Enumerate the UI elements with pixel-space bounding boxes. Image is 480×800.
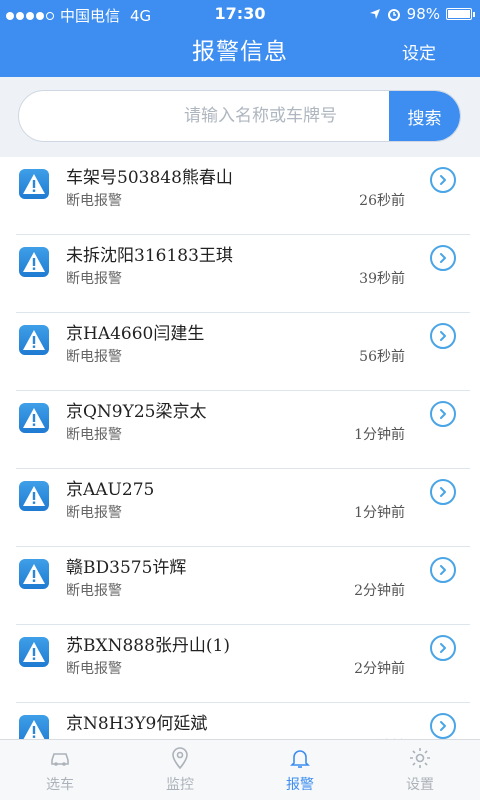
alarm-time: 56秒前 bbox=[359, 349, 405, 365]
alarm-vehicle-name: 京AAU275 bbox=[66, 480, 155, 500]
alarm-time: 39秒前 bbox=[359, 271, 405, 287]
chevron-right-icon[interactable] bbox=[430, 713, 456, 739]
tab-label: 设置 bbox=[406, 777, 434, 793]
alarm-time: 2分钟前 bbox=[354, 661, 405, 677]
warning-icon bbox=[19, 169, 49, 199]
alarm-list-item[interactable]: 京AAU275 断电报警 1分钟前 bbox=[0, 469, 480, 547]
alarm-vehicle-name: 京HA4660闫建生 bbox=[66, 324, 205, 344]
alarm-list-item[interactable]: 赣BD3575许辉断电报警 2分钟前 bbox=[0, 547, 480, 625]
bell-icon bbox=[288, 746, 312, 770]
alarm-list-item[interactable]: 京N8H3Y9何延斌断电报警2分钟前 bbox=[0, 703, 480, 739]
alarm-list-item[interactable]: 京QN9Y25梁京太断电报警 1分钟前 bbox=[0, 391, 480, 469]
alarm-time: 1分钟前 bbox=[354, 427, 405, 443]
alarm-type: 断电报警 bbox=[66, 193, 122, 209]
warning-icon bbox=[19, 637, 49, 667]
alarm-clock-icon bbox=[387, 9, 400, 21]
warning-icon bbox=[19, 715, 49, 739]
alarm-list-item[interactable]: 京HA4660闫建生断电报警 56秒前 bbox=[0, 313, 480, 391]
car-icon bbox=[48, 746, 72, 770]
battery-icon bbox=[446, 8, 475, 20]
alarm-list-item[interactable]: 苏BXN888张丹山(1) 断电报警 2分钟前 bbox=[0, 625, 480, 703]
warning-icon bbox=[19, 247, 49, 277]
tab-bar: 选车 监控 报警 设置 bbox=[0, 739, 480, 800]
settings-button[interactable]: 设定 bbox=[402, 39, 436, 64]
location-pin-icon bbox=[168, 746, 192, 770]
alarm-type: 断电报警 bbox=[66, 661, 122, 677]
alarm-vehicle-name: 车架号503848熊春山 bbox=[66, 168, 233, 188]
alarm-type: 断电报警 bbox=[66, 271, 122, 287]
alarm-time: 26秒前 bbox=[359, 193, 405, 209]
alarm-type: 断电报警 bbox=[66, 427, 122, 443]
chevron-right-icon[interactable] bbox=[430, 635, 456, 661]
status-right: 98% bbox=[369, 5, 475, 23]
tab-car[interactable]: 选车 bbox=[0, 740, 120, 800]
alarm-time: 2分钟前 bbox=[354, 583, 405, 599]
search-input[interactable] bbox=[19, 91, 391, 141]
gear-icon bbox=[408, 746, 432, 770]
search-button[interactable]: 搜索 bbox=[389, 91, 460, 141]
warning-icon bbox=[19, 481, 49, 511]
alarm-list: 车架号503848熊春山 断电报警 26秒前 未拆沈阳316183王琪 断电报警 39秒前… bbox=[0, 157, 480, 739]
alarm-type: 断电报警 bbox=[66, 505, 122, 521]
alarm-vehicle-name: 京QN9Y25梁京太 bbox=[66, 402, 207, 422]
alarm-list-item[interactable]: 车架号503848熊春山断电报警 26秒前 bbox=[0, 157, 480, 235]
tab-label: 报警 bbox=[286, 777, 314, 793]
warning-icon bbox=[19, 559, 49, 589]
warning-icon bbox=[19, 403, 49, 433]
status-bar: 中国电信 4G 17:30 98% bbox=[0, 0, 480, 28]
chevron-right-icon[interactable] bbox=[430, 167, 456, 193]
tab-location-pin[interactable]: 监控 bbox=[120, 740, 240, 800]
chevron-right-icon[interactable] bbox=[430, 245, 456, 271]
location-arrow-icon bbox=[369, 9, 380, 19]
search-area: 搜索 bbox=[0, 77, 480, 157]
alarm-list-item[interactable]: 未拆沈阳316183王琪断电报警 39秒前 bbox=[0, 235, 480, 313]
tab-label: 选车 bbox=[46, 777, 74, 793]
tab-gear[interactable]: 设置 bbox=[360, 740, 480, 800]
chevron-right-icon[interactable] bbox=[430, 479, 456, 505]
alarm-vehicle-name: 京N8H3Y9何延斌 bbox=[66, 714, 208, 734]
alarm-vehicle-name: 赣BD3575许辉 bbox=[66, 558, 187, 578]
tab-bell[interactable]: 报警 bbox=[240, 740, 360, 800]
alarm-vehicle-name: 未拆沈阳316183王琪 bbox=[66, 246, 233, 266]
alarm-time: 1分钟前 bbox=[354, 505, 405, 521]
battery-percent: 98% bbox=[406, 5, 440, 23]
warning-icon bbox=[19, 325, 49, 355]
header: 中国电信 4G 17:30 98% 报警信息 设定 bbox=[0, 0, 480, 77]
chevron-right-icon[interactable] bbox=[430, 557, 456, 583]
alarm-type: 断电报警 bbox=[66, 349, 122, 365]
tab-label: 监控 bbox=[166, 777, 194, 793]
alarm-type: 断电报警 bbox=[66, 583, 122, 599]
chevron-right-icon[interactable] bbox=[430, 323, 456, 349]
chevron-right-icon[interactable] bbox=[430, 401, 456, 427]
search-box: 搜索 bbox=[18, 90, 461, 142]
alarm-vehicle-name: 苏BXN888张丹山(1) bbox=[66, 636, 230, 656]
